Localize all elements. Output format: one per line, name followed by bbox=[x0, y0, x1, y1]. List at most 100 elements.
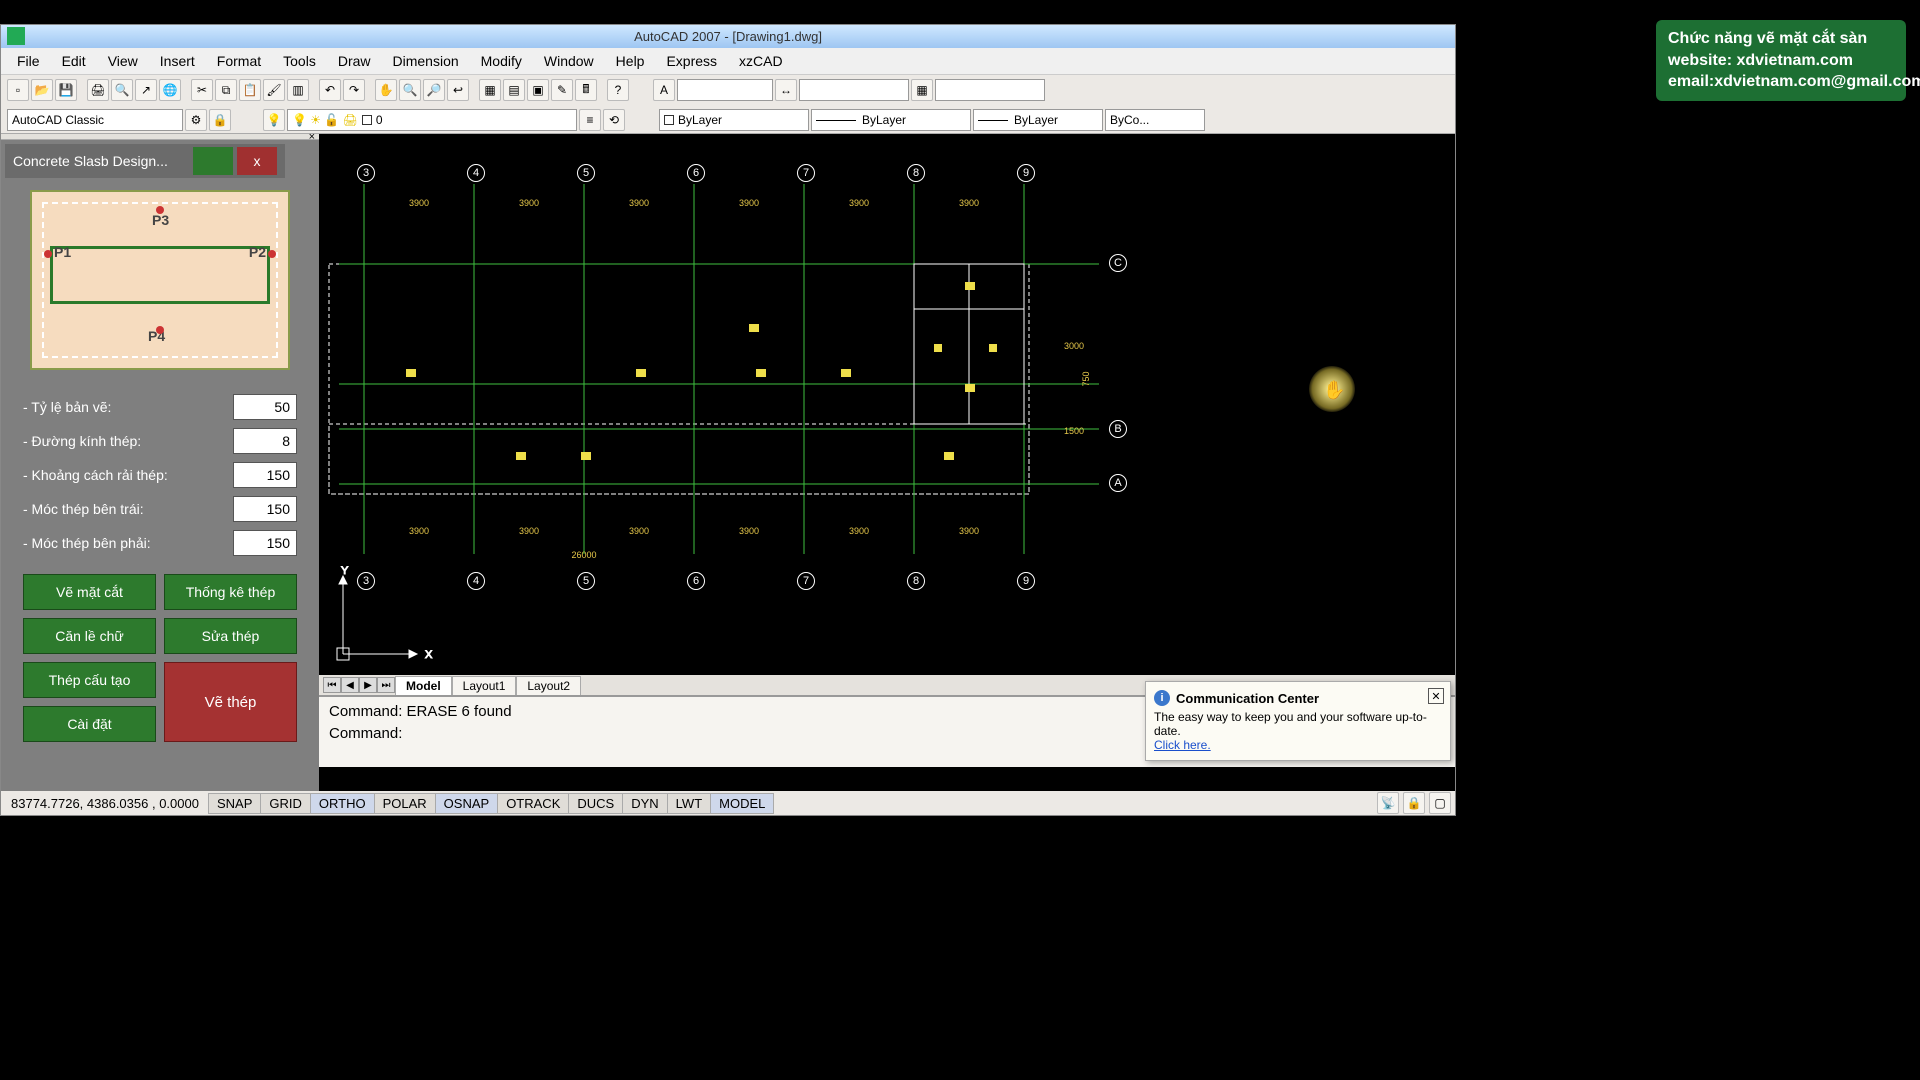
align-text-button[interactable]: Căn lề chữ bbox=[23, 618, 156, 654]
save-icon[interactable]: 💾 bbox=[55, 79, 77, 101]
tab-last-icon[interactable]: ⏭ bbox=[377, 677, 395, 693]
draw-rebar-button[interactable]: Vẽ thép bbox=[164, 662, 297, 742]
menu-modify[interactable]: Modify bbox=[471, 50, 532, 72]
tab-layout2[interactable]: Layout2 bbox=[516, 676, 581, 695]
tab-next-icon[interactable]: ▶ bbox=[359, 677, 377, 693]
popup-link[interactable]: Click here. bbox=[1154, 738, 1211, 752]
spacing-input[interactable] bbox=[233, 462, 297, 488]
panel-close-x[interactable]: × bbox=[309, 131, 315, 143]
tab-prev-icon[interactable]: ◀ bbox=[341, 677, 359, 693]
markup-icon[interactable]: ✎ bbox=[551, 79, 573, 101]
svg-text:3000: 3000 bbox=[1064, 341, 1084, 351]
menu-insert[interactable]: Insert bbox=[150, 50, 205, 72]
grid-toggle[interactable]: GRID bbox=[260, 793, 311, 814]
publish-icon[interactable]: ↗ bbox=[135, 79, 157, 101]
toolpalette-icon[interactable]: ▤ bbox=[503, 79, 525, 101]
layermgr-icon[interactable]: ≡ bbox=[579, 109, 601, 131]
popup-close-icon[interactable]: ✕ bbox=[1428, 688, 1444, 704]
hook-right-input[interactable] bbox=[233, 530, 297, 556]
menu-dimension[interactable]: Dimension bbox=[383, 50, 469, 72]
svg-text:750: 750 bbox=[1081, 371, 1091, 386]
snap-toggle[interactable]: SNAP bbox=[208, 793, 261, 814]
hook-left-input[interactable] bbox=[233, 496, 297, 522]
ws-settings-icon[interactable]: ⚙ bbox=[185, 109, 207, 131]
svg-text:3900: 3900 bbox=[629, 526, 649, 536]
tablestyle-select[interactable] bbox=[935, 79, 1045, 101]
matchprop-icon[interactable]: 🖌 bbox=[263, 79, 285, 101]
tab-layout1[interactable]: Layout1 bbox=[452, 676, 517, 695]
layer-select[interactable]: 💡 ☀ 🔓 🖨 0 bbox=[287, 109, 577, 131]
menu-file[interactable]: File bbox=[7, 50, 50, 72]
rebar-stats-button[interactable]: Thống kê thép bbox=[164, 574, 297, 610]
panel-close-icon[interactable]: x bbox=[237, 147, 277, 175]
layer-bulb-icon[interactable]: 💡 bbox=[263, 109, 285, 131]
menu-express[interactable]: Express bbox=[656, 50, 727, 72]
osnap-toggle[interactable]: OSNAP bbox=[435, 793, 499, 814]
block-icon[interactable]: ▥ bbox=[287, 79, 309, 101]
layerprev-icon[interactable]: ⟲ bbox=[603, 109, 625, 131]
new-icon[interactable]: ▫ bbox=[7, 79, 29, 101]
calc-icon[interactable]: 🖩 bbox=[575, 79, 597, 101]
preview-icon[interactable]: 🔍 bbox=[111, 79, 133, 101]
dimstyle-select[interactable] bbox=[799, 79, 909, 101]
tablestyle-icon[interactable]: ▦ bbox=[911, 79, 933, 101]
workspace-select[interactable]: AutoCAD Classic bbox=[7, 109, 183, 131]
lwt-toggle[interactable]: LWT bbox=[667, 793, 711, 814]
lineweight-select[interactable]: ByLayer bbox=[973, 109, 1103, 131]
tab-model[interactable]: Model bbox=[395, 676, 452, 695]
scale-input[interactable] bbox=[233, 394, 297, 420]
linetype-select[interactable]: ByLayer bbox=[811, 109, 971, 131]
struct-rebar-button[interactable]: Thép cấu tạo bbox=[23, 662, 156, 698]
info-icon: i bbox=[1154, 690, 1170, 706]
paste-icon[interactable]: 📋 bbox=[239, 79, 261, 101]
zoom-win-icon[interactable]: 🔎 bbox=[423, 79, 445, 101]
diameter-input[interactable] bbox=[233, 428, 297, 454]
menu-edit[interactable]: Edit bbox=[52, 50, 96, 72]
svg-text:1500: 1500 bbox=[1064, 426, 1084, 436]
draw-section-button[interactable]: Vẽ mặt cắt bbox=[23, 574, 156, 610]
settings-button[interactable]: Cài đặt bbox=[23, 706, 156, 742]
tray-icon[interactable]: ▢ bbox=[1429, 792, 1451, 814]
undo-icon[interactable]: ↶ bbox=[319, 79, 341, 101]
lock-tray-icon[interactable]: 🔒 bbox=[1403, 792, 1425, 814]
zoom-rt-icon[interactable]: 🔍 bbox=[399, 79, 421, 101]
dimstyle-icon[interactable]: ↔ bbox=[775, 79, 797, 101]
sheetset-icon[interactable]: ▣ bbox=[527, 79, 549, 101]
svg-text:3900: 3900 bbox=[959, 198, 979, 208]
globe-icon[interactable]: 🌐 bbox=[159, 79, 181, 101]
panel-minimize-icon[interactable] bbox=[193, 147, 233, 175]
copy-icon[interactable]: ⧉ bbox=[215, 79, 237, 101]
dyn-toggle[interactable]: DYN bbox=[622, 793, 667, 814]
ortho-toggle[interactable]: ORTHO bbox=[310, 793, 375, 814]
menu-view[interactable]: View bbox=[98, 50, 148, 72]
edit-rebar-button[interactable]: Sửa thép bbox=[164, 618, 297, 654]
pan-icon[interactable]: ✋ bbox=[375, 79, 397, 101]
cut-icon[interactable]: ✂ bbox=[191, 79, 213, 101]
color-select[interactable]: ByLayer bbox=[659, 109, 809, 131]
menu-tools[interactable]: Tools bbox=[273, 50, 326, 72]
svg-text:3900: 3900 bbox=[629, 198, 649, 208]
ducs-toggle[interactable]: DUCS bbox=[568, 793, 623, 814]
menu-draw[interactable]: Draw bbox=[328, 50, 381, 72]
commcenter-tray-icon[interactable]: 📡 bbox=[1377, 792, 1399, 814]
model-toggle[interactable]: MODEL bbox=[710, 793, 774, 814]
otrack-toggle[interactable]: OTRACK bbox=[497, 793, 569, 814]
textstyle-select[interactable] bbox=[677, 79, 773, 101]
menu-format[interactable]: Format bbox=[207, 50, 271, 72]
polar-toggle[interactable]: POLAR bbox=[374, 793, 436, 814]
zoom-prev-icon[interactable]: ↩ bbox=[447, 79, 469, 101]
help-icon[interactable]: ? bbox=[607, 79, 629, 101]
plotstyle-select[interactable]: ByCo... bbox=[1105, 109, 1205, 131]
print-icon[interactable]: 🖨 bbox=[87, 79, 109, 101]
svg-text:3900: 3900 bbox=[519, 526, 539, 536]
drawing-area[interactable]: 3900 3900 3900 3900 3900 3900 3900 3900 … bbox=[319, 134, 1455, 791]
menu-xzcad[interactable]: xzCAD bbox=[729, 50, 793, 72]
redo-icon[interactable]: ↷ bbox=[343, 79, 365, 101]
designcenter-icon[interactable]: ▦ bbox=[479, 79, 501, 101]
ws-lock-icon[interactable]: 🔒 bbox=[209, 109, 231, 131]
textstyle-icon[interactable]: A bbox=[653, 79, 675, 101]
menu-window[interactable]: Window bbox=[534, 50, 604, 72]
menu-help[interactable]: Help bbox=[606, 50, 655, 72]
open-icon[interactable]: 📂 bbox=[31, 79, 53, 101]
tab-first-icon[interactable]: ⏮ bbox=[323, 677, 341, 693]
